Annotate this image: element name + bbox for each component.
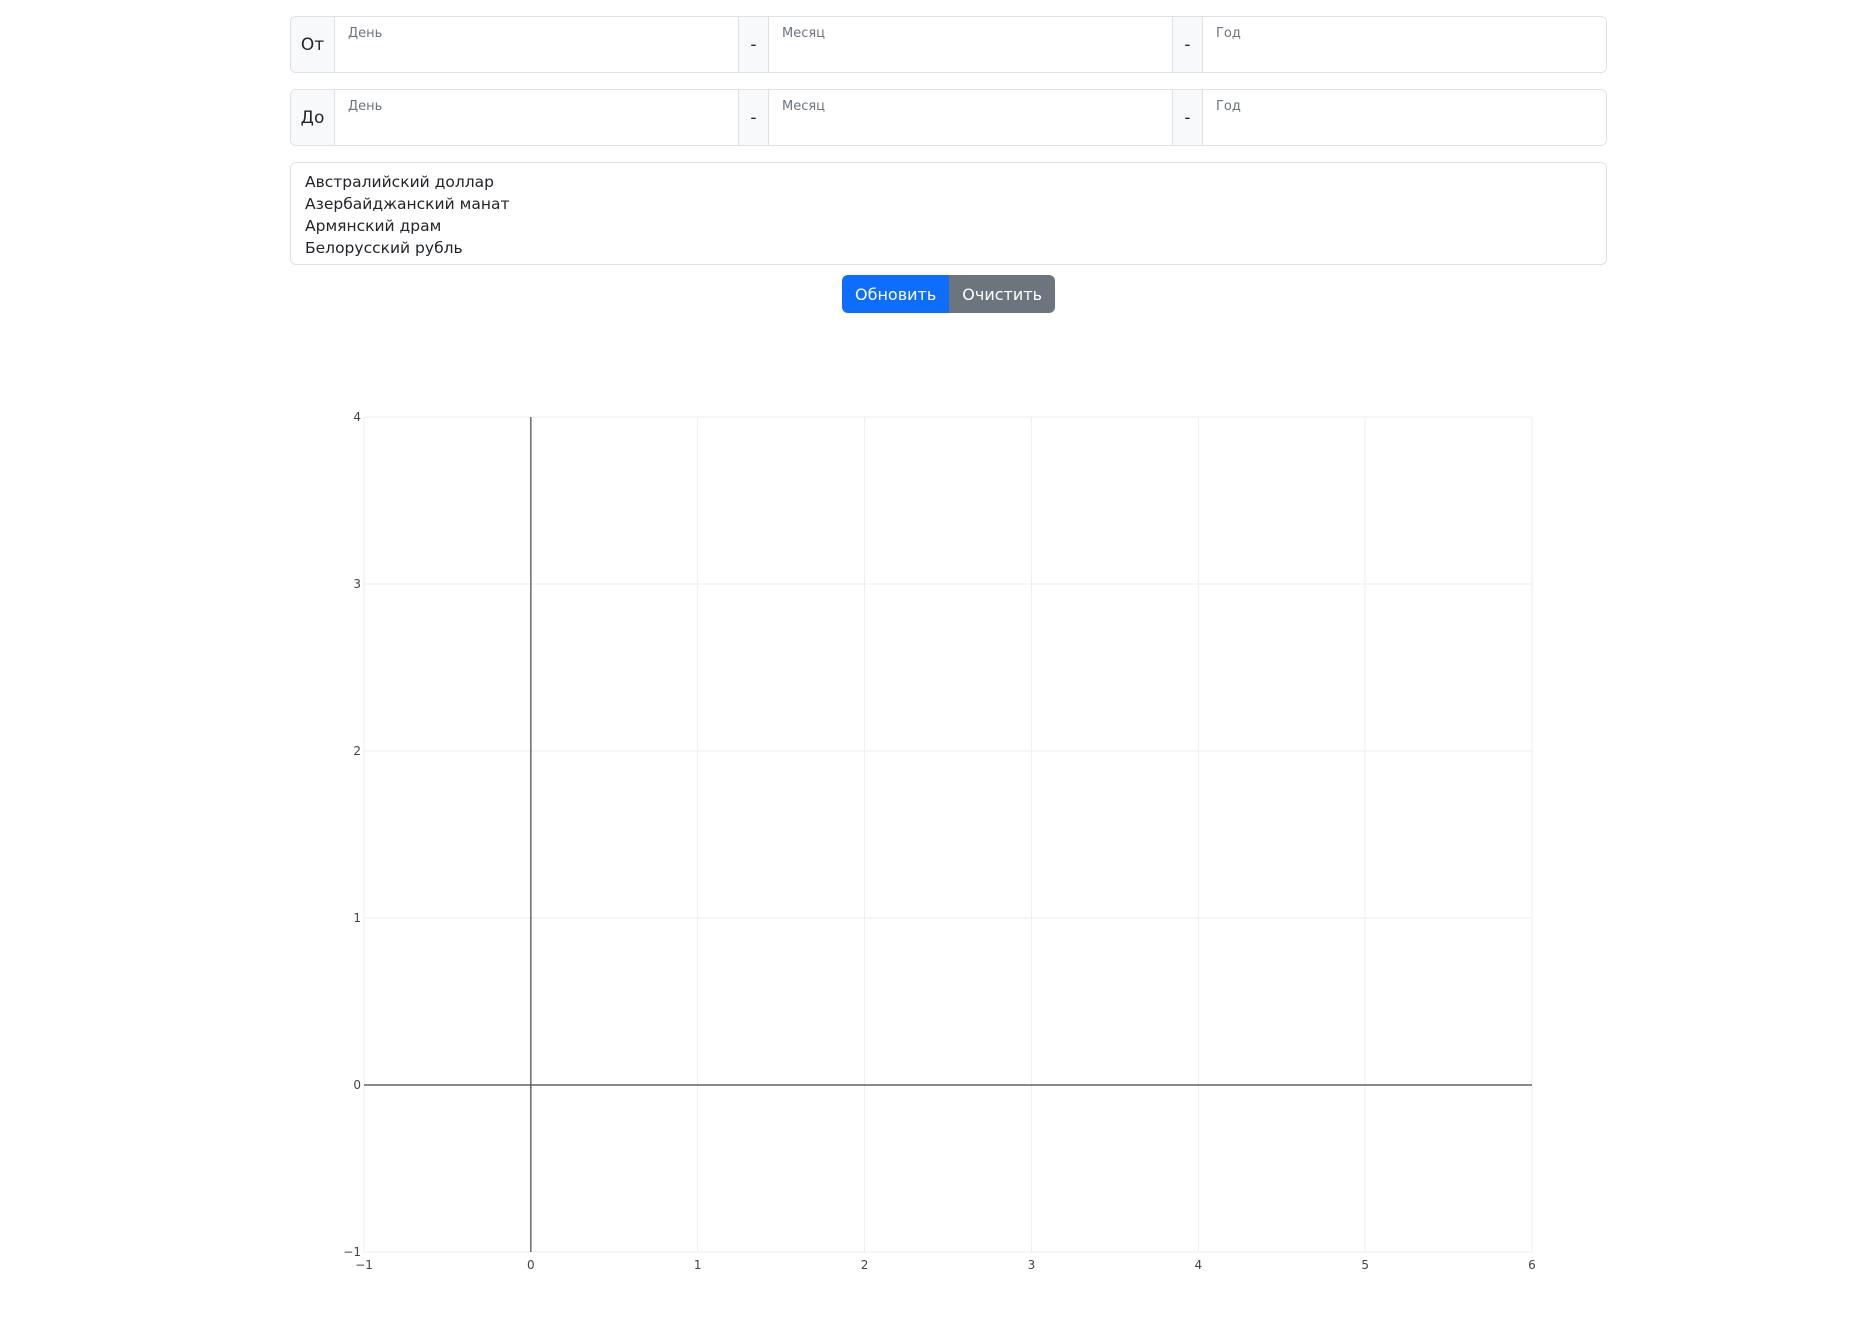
- y-tick-label: 4: [353, 410, 361, 424]
- chart-ticks: −1 0 1 2 3 4 5 6 −1 0 1 2 3 4: [343, 410, 1536, 1272]
- chart-axes: [364, 417, 1532, 1252]
- x-tick-label: 4: [1194, 1258, 1202, 1272]
- x-tick-label: 6: [1528, 1258, 1536, 1272]
- x-tick-label: 5: [1361, 1258, 1369, 1272]
- x-tick-label: 3: [1028, 1258, 1036, 1272]
- chart: −1 0 1 2 3 4 5 6 −1 0 1 2 3 4: [343, 410, 1536, 1272]
- x-tick-label: 1: [694, 1258, 702, 1272]
- chart-grid: [363, 416, 1533, 1253]
- y-tick-label: 0: [353, 1078, 361, 1092]
- x-tick-label: 2: [861, 1258, 869, 1272]
- y-tick-label: 1: [353, 911, 361, 925]
- y-tick-label: 3: [353, 577, 361, 591]
- x-tick-label: −1: [355, 1258, 373, 1272]
- x-tick-label: 0: [527, 1258, 535, 1272]
- y-tick-label: 2: [353, 744, 361, 758]
- y-tick-label: −1: [343, 1245, 361, 1259]
